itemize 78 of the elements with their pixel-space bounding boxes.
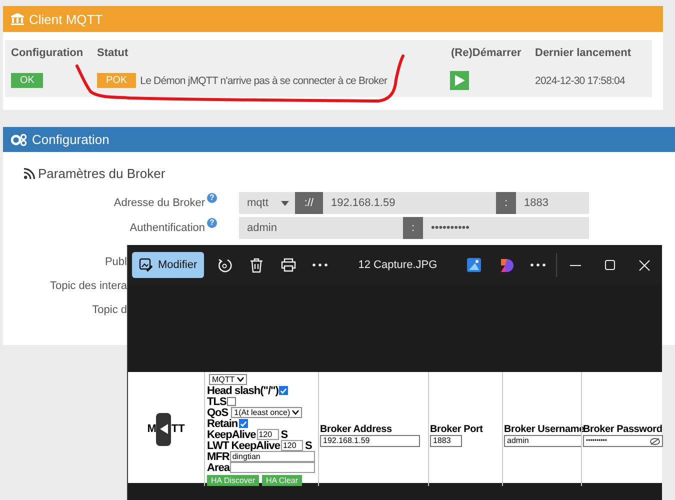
- username-field[interactable]: admin: [239, 217, 403, 239]
- field-label: Broker Address: [320, 424, 393, 435]
- separator-label: ://: [295, 192, 323, 214]
- edit-image-icon: [139, 258, 153, 272]
- minimize-icon[interactable]: [570, 264, 582, 266]
- select-value: MQTT: [212, 375, 235, 384]
- checkbox[interactable]: [227, 397, 236, 406]
- file-title: 12 Capture.JPG: [357, 259, 438, 271]
- setting-label: TLS: [207, 396, 226, 408]
- select-value: 1(At least once): [234, 408, 290, 417]
- app-logo-icon[interactable]: [498, 258, 514, 272]
- panel-title: Client MQTT: [29, 12, 103, 26]
- input-field[interactable]: 192.168.1.59: [320, 435, 420, 447]
- separator-label: :: [403, 217, 423, 239]
- field-label: Broker Password: [583, 424, 663, 435]
- chevron-icon: [236, 377, 244, 382]
- field-label: Broker Port: [430, 424, 484, 435]
- field-label: Publ: [104, 255, 127, 269]
- edit-button[interactable]: Modifier: [132, 252, 204, 278]
- input-field[interactable]: 120: [256, 429, 279, 440]
- password-field[interactable]: ••••••••••: [423, 217, 589, 239]
- protocol-select[interactable]: mqtt: [239, 192, 295, 214]
- input-field[interactable]: [230, 462, 315, 473]
- gears-icon: [11, 134, 27, 146]
- field-label: Topic des intera: [50, 279, 127, 293]
- bank-icon: [11, 13, 24, 25]
- setting-label: Retain: [207, 418, 238, 430]
- rotate-icon[interactable]: [217, 258, 232, 272]
- rss-icon: [24, 168, 35, 178]
- chevron-icon: [292, 410, 300, 415]
- field-label: Adresse du Broker: [112, 197, 205, 209]
- column-header: Dernier lancement: [535, 46, 632, 61]
- setting-label: MFR: [207, 450, 230, 462]
- section-title: Paramètres du Broker: [38, 166, 166, 180]
- unit-label: S: [280, 428, 288, 440]
- status-text: Le Démon jMQTT n'arrive pas à se connecter à ce Broker: [140, 74, 388, 86]
- input-field[interactable]: 120: [280, 440, 303, 451]
- more-icon[interactable]: [312, 263, 328, 267]
- select-value: mqtt: [247, 197, 268, 209]
- setting-label: KeepAlive: [207, 428, 256, 440]
- photos-app-icon[interactable]: [467, 258, 482, 272]
- caret-icon: [281, 200, 289, 206]
- panel-title: Configuration: [32, 132, 110, 147]
- port-field[interactable]: 1883: [516, 192, 589, 214]
- left-arrow-icon[interactable]: [160, 424, 168, 434]
- unit-label: S: [304, 440, 312, 452]
- setting-label: Area: [207, 462, 230, 474]
- setting-label: Head slash("/"): [207, 384, 278, 396]
- input-field[interactable]: admin: [504, 435, 582, 447]
- setting-label: LWT KeepAlive: [207, 440, 280, 452]
- status-badge: OK: [11, 73, 44, 88]
- input-field[interactable]: dingtian: [230, 451, 315, 462]
- field-label: Topic d: [92, 303, 127, 317]
- host-field[interactable]: 192.168.1.59: [323, 192, 496, 214]
- separator-label: :: [496, 192, 516, 214]
- trash-icon[interactable]: [250, 258, 264, 272]
- eye-slash-icon: [650, 438, 660, 444]
- select-field[interactable]: MQTT: [209, 374, 247, 385]
- close-icon[interactable]: [639, 260, 650, 270]
- maximize-icon[interactable]: [605, 260, 616, 270]
- checkbox[interactable]: [279, 386, 288, 395]
- select-field[interactable]: 1(At least once): [231, 407, 302, 418]
- status-badge: POK: [97, 73, 136, 88]
- setting-label: QoS: [207, 406, 228, 418]
- column-header: (Re)Démarrer: [451, 46, 522, 61]
- start-button[interactable]: [450, 71, 469, 90]
- field-label: Authentification: [128, 222, 205, 234]
- column-header: Statut: [97, 46, 130, 61]
- more-icon[interactable]: [530, 263, 546, 267]
- printer-icon[interactable]: [280, 258, 296, 272]
- play-icon: [454, 75, 464, 86]
- previous-button[interactable]: [156, 412, 172, 446]
- capture-text: M: [147, 423, 156, 435]
- input-field[interactable]: 1883: [430, 435, 462, 447]
- checkbox[interactable]: [238, 419, 248, 428]
- column-header: Configuration: [11, 46, 84, 61]
- launch-time: 2024-12-30 17:58:04: [535, 74, 625, 86]
- capture-text: TT: [171, 423, 185, 435]
